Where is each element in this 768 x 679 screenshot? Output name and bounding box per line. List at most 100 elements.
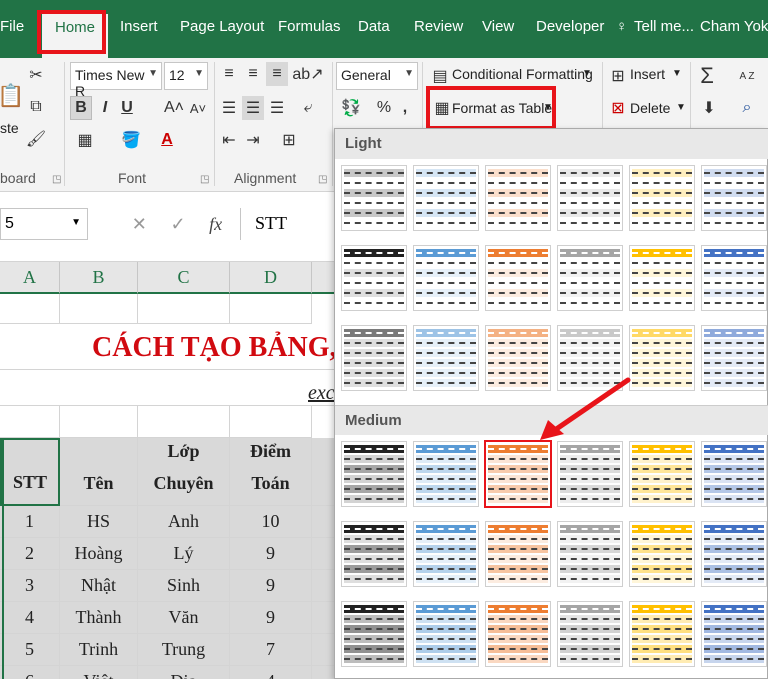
alignment-launcher-icon[interactable]: ◳ [318, 174, 327, 185]
header-cell-stt[interactable]: STT [0, 438, 60, 506]
column-header-b[interactable]: B [60, 262, 138, 294]
font-color-icon[interactable]: A [152, 128, 182, 152]
table-style-swatch[interactable] [629, 165, 695, 231]
table-style-swatch[interactable] [413, 325, 479, 391]
sort-filter-button[interactable]: A Z [734, 62, 760, 90]
clipboard-launcher-icon[interactable]: ◳ [52, 174, 61, 185]
table-style-swatch[interactable] [629, 601, 695, 667]
align-middle-icon[interactable]: ≡ [242, 62, 264, 86]
table-style-swatch[interactable] [341, 165, 407, 231]
table-cell-lop[interactable]: Trung [138, 634, 230, 666]
accounting-format-icon[interactable]: 💱 [338, 96, 364, 120]
table-style-swatch[interactable] [484, 440, 552, 508]
increase-indent-icon[interactable]: ⇥ [242, 128, 264, 152]
tab-developer[interactable]: Developer [536, 18, 604, 35]
table-style-swatch[interactable] [701, 325, 767, 391]
font-launcher-icon[interactable]: ◳ [200, 174, 209, 185]
header-cell-ten[interactable]: Tên [60, 438, 138, 506]
table-cell-stt[interactable]: 2 [0, 538, 60, 570]
table-style-swatch[interactable] [701, 245, 767, 311]
table-style-swatch[interactable] [413, 521, 479, 587]
cell[interactable] [230, 294, 312, 324]
percent-button[interactable]: % [374, 96, 394, 120]
table-cell-diem[interactable]: 4 [230, 666, 312, 679]
table-style-swatch[interactable] [557, 601, 623, 667]
font-name-combo[interactable]: Times New R ▼ [70, 62, 162, 99]
font-size-combo[interactable]: 12 ▼ [164, 62, 208, 90]
delete-cells-icon[interactable]: ⊠ [608, 96, 628, 120]
table-cell-stt[interactable]: 4 [0, 602, 60, 634]
header-cell-diem[interactable]: Điểm Toán [230, 438, 312, 506]
number-format-combo[interactable]: General ▼ [336, 62, 418, 90]
paste-label[interactable]: ste [0, 120, 19, 136]
table-style-swatch[interactable] [557, 521, 623, 587]
table-cell-lop[interactable]: Sinh [138, 570, 230, 602]
formula-input[interactable]: STT [240, 208, 340, 240]
underline-button[interactable]: U [118, 96, 136, 120]
header-cell-lop[interactable]: Lớp Chuyên [138, 438, 230, 506]
cut-icon[interactable]: ✂ [26, 64, 46, 86]
subtitle-row[interactable] [0, 370, 352, 406]
format-painter-icon[interactable]: 🖌 [26, 128, 46, 150]
cell[interactable] [138, 294, 230, 324]
table-style-swatch[interactable] [341, 325, 407, 391]
table-style-swatch[interactable] [485, 521, 551, 587]
table-style-swatch[interactable] [413, 441, 479, 507]
align-left-icon[interactable]: ☰ [218, 96, 240, 120]
cell[interactable] [60, 294, 138, 324]
fill-down-icon[interactable]: ⬇ [698, 96, 720, 120]
table-cell-diem[interactable]: 7 [230, 634, 312, 666]
table-style-swatch[interactable] [413, 165, 479, 231]
table-cell-stt[interactable]: 1 [0, 506, 60, 538]
account-name[interactable]: Cham Yoko [700, 18, 768, 35]
merge-center-icon[interactable]: ⊞ [276, 128, 302, 152]
table-style-swatch[interactable] [701, 441, 767, 507]
align-top-icon[interactable]: ≡ [218, 62, 240, 86]
comma-button[interactable]: , [398, 96, 412, 120]
table-style-swatch[interactable] [485, 245, 551, 311]
table-style-swatch[interactable] [413, 245, 479, 311]
tab-page-layout[interactable]: Page Layout [180, 18, 264, 35]
autosum-button[interactable]: Σ [696, 62, 718, 90]
table-cell-ten[interactable]: Thành [60, 602, 138, 634]
insert-function-icon[interactable]: fx [209, 214, 222, 235]
column-header-a[interactable]: A [0, 262, 60, 294]
find-select-button[interactable]: ⌕ [736, 96, 758, 120]
align-right-icon[interactable]: ☰ [266, 96, 288, 120]
borders-icon[interactable]: ▦ [70, 128, 100, 152]
table-cell-stt[interactable]: 6 [0, 666, 60, 679]
table-cell-stt[interactable]: 5 [0, 634, 60, 666]
tab-data[interactable]: Data [358, 18, 390, 35]
table-cell-ten[interactable]: Trinh [60, 634, 138, 666]
decrease-font-icon[interactable]: A˅ [188, 96, 208, 120]
table-style-swatch[interactable] [485, 165, 551, 231]
confirm-icon[interactable]: ✓ [170, 214, 185, 235]
table-cell-ten[interactable]: Việt [60, 666, 138, 679]
table-cell-lop[interactable]: Anh [138, 506, 230, 538]
tab-view[interactable]: View [482, 18, 514, 35]
table-style-swatch[interactable] [341, 245, 407, 311]
bold-button[interactable]: B [70, 96, 92, 120]
column-header-c[interactable]: C [138, 262, 230, 294]
align-bottom-icon[interactable]: ≡ [266, 62, 288, 86]
table-cell-ten[interactable]: Hoàng [60, 538, 138, 570]
align-center-icon[interactable]: ☰ [242, 96, 264, 120]
table-style-swatch[interactable] [341, 521, 407, 587]
table-style-swatch[interactable] [341, 441, 407, 507]
table-cell-lop[interactable]: Lý [138, 538, 230, 570]
table-style-swatch[interactable] [629, 325, 695, 391]
increase-font-icon[interactable]: A˄ [164, 96, 184, 120]
table-cell-lop[interactable]: Văn [138, 602, 230, 634]
table-cell-diem[interactable]: 9 [230, 570, 312, 602]
tell-me-icon[interactable]: ♀ [616, 18, 627, 35]
wrap-text-icon[interactable]: ⤶ [296, 96, 320, 120]
column-header-d[interactable]: D [230, 262, 312, 294]
table-style-swatch[interactable] [413, 601, 479, 667]
cell[interactable] [230, 406, 312, 438]
tab-formulas[interactable]: Formulas [278, 18, 341, 35]
table-cell-ten[interactable]: HS [60, 506, 138, 538]
fill-color-icon[interactable]: 🪣 [116, 128, 146, 152]
table-cell-diem[interactable]: 9 [230, 538, 312, 570]
tab-tell-me[interactable]: Tell me... [634, 18, 694, 35]
copy-icon[interactable]: ⧉ [26, 96, 46, 118]
